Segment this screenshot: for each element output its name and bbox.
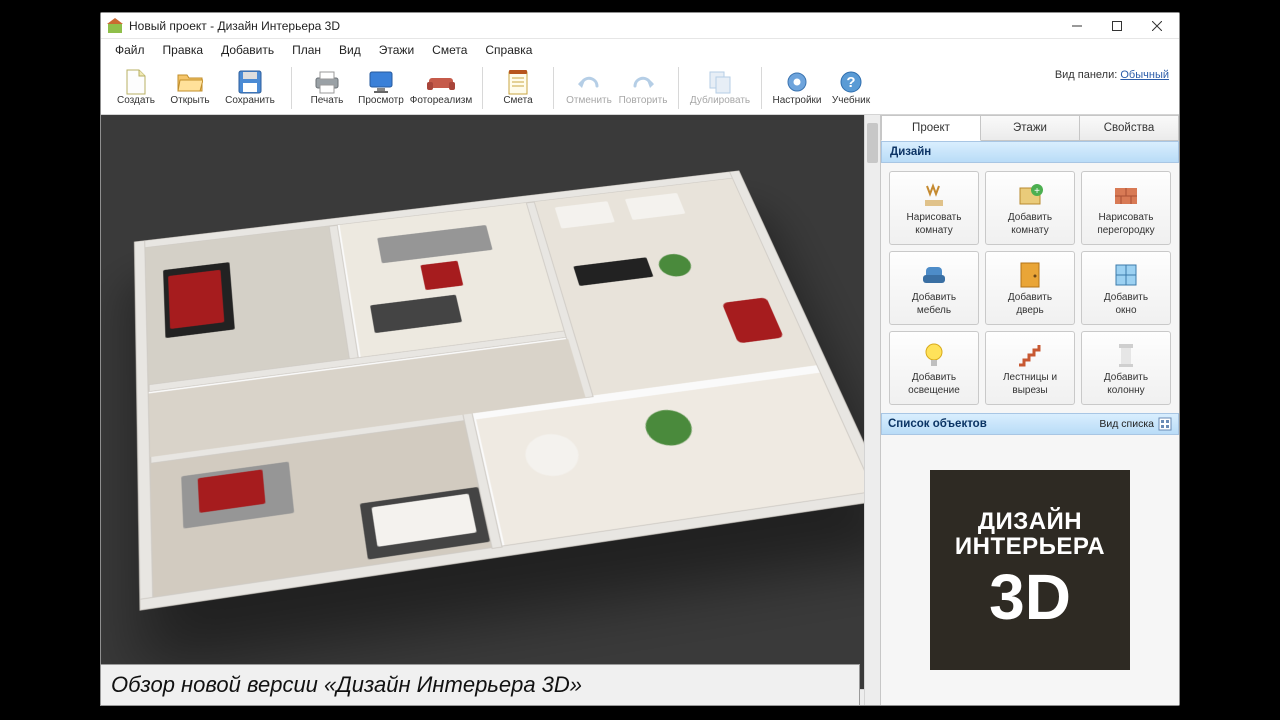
video-caption: Обзор новой версии «Дизайн Интерьера 3D» <box>100 664 860 706</box>
bulb-icon <box>924 340 944 370</box>
photorealism-button[interactable]: Фотореализм <box>408 65 474 111</box>
menu-add[interactable]: Добавить <box>213 41 282 59</box>
brick-icon <box>1113 180 1139 210</box>
menu-edit[interactable]: Правка <box>155 41 212 59</box>
toolbar: Создать Открыть Сохранить Печать Просмот… <box>101 61 1179 115</box>
tile-add-window[interactable]: Добавитьокно <box>1081 251 1171 325</box>
panel-type-link[interactable]: Обычный <box>1120 69 1169 81</box>
object-list-header: Список объектов Вид списка <box>881 413 1179 435</box>
3d-canvas[interactable] <box>101 115 881 705</box>
panel-tabs: Проект Этажи Свойства <box>881 115 1179 141</box>
estimate-button[interactable]: Смета <box>491 65 545 111</box>
tab-floors[interactable]: Этажи <box>981 115 1080 141</box>
tile-stairs[interactable]: Лестницы ивырезы <box>985 331 1075 405</box>
folder-open-icon <box>177 69 203 95</box>
redo-button[interactable]: Повторить <box>616 65 670 111</box>
menu-file[interactable]: Файл <box>107 41 153 59</box>
settings-button[interactable]: Настройки <box>770 65 824 111</box>
printer-icon <box>314 69 340 95</box>
stairs-icon <box>1017 340 1043 370</box>
minimize-button[interactable] <box>1057 13 1097 39</box>
tile-add-light[interactable]: Добавитьосвещение <box>889 331 979 405</box>
print-button[interactable]: Печать <box>300 65 354 111</box>
tile-add-furniture[interactable]: Добавитьмебель <box>889 251 979 325</box>
app-icon <box>107 18 123 34</box>
svg-text:+: + <box>1034 186 1040 197</box>
door-icon <box>1020 260 1040 290</box>
menu-view[interactable]: Вид <box>331 41 369 59</box>
copy-icon <box>708 69 732 95</box>
design-tile-grid: Нарисоватькомнату +Добавитькомнату Нарис… <box>881 163 1179 413</box>
object-list-body: ДИЗАЙН ИНТЕРЬЕРА 3D <box>881 435 1179 705</box>
sofa-icon <box>427 69 455 95</box>
help-button[interactable]: ? Учебник <box>824 65 878 111</box>
undo-button[interactable]: Отменить <box>562 65 616 111</box>
preview-button[interactable]: Просмотр <box>354 65 408 111</box>
monitor-icon <box>368 69 394 95</box>
promo-logo: ДИЗАЙН ИНТЕРЬЕРА 3D <box>930 470 1130 670</box>
menu-help[interactable]: Справка <box>477 41 540 59</box>
menubar: Файл Правка Добавить План Вид Этажи Смет… <box>101 39 1179 61</box>
svg-text:?: ? <box>846 74 855 91</box>
tile-add-room[interactable]: +Добавитькомнату <box>985 171 1075 245</box>
tab-properties[interactable]: Свойства <box>1080 115 1179 141</box>
floppy-icon <box>238 69 262 95</box>
pencil-icon <box>921 180 947 210</box>
design-section-title: Дизайн <box>881 141 1179 163</box>
notepad-icon <box>507 69 529 95</box>
tile-draw-room[interactable]: Нарисоватькомнату <box>889 171 979 245</box>
help-icon: ? <box>839 69 863 95</box>
gear-icon <box>785 69 809 95</box>
list-view-toggle[interactable] <box>1158 417 1172 431</box>
right-panel: Проект Этажи Свойства Дизайн Нарисоватьк… <box>881 115 1179 705</box>
tab-project[interactable]: Проект <box>881 115 981 141</box>
content-area: Проект Этажи Свойства Дизайн Нарисоватьк… <box>101 115 1179 705</box>
window-icon <box>1114 260 1138 290</box>
open-button[interactable]: Открыть <box>163 65 217 111</box>
tile-draw-wall[interactable]: Нарисоватьперегородку <box>1081 171 1171 245</box>
create-button[interactable]: Создать <box>109 65 163 111</box>
tile-add-column[interactable]: Добавитьколонну <box>1081 331 1171 405</box>
redo-icon <box>631 69 655 95</box>
menu-floors[interactable]: Этажи <box>371 41 422 59</box>
vertical-scrollbar[interactable] <box>864 115 880 705</box>
window-title: Новый проект - Дизайн Интерьера 3D <box>129 19 1057 33</box>
undo-icon <box>577 69 601 95</box>
close-button[interactable] <box>1137 13 1177 39</box>
maximize-button[interactable] <box>1097 13 1137 39</box>
file-new-icon <box>125 69 147 95</box>
titlebar: Новый проект - Дизайн Интерьера 3D <box>101 13 1179 39</box>
app-window: Новый проект - Дизайн Интерьера 3D Файл … <box>100 12 1180 706</box>
armchair-icon <box>921 260 947 290</box>
room-add-icon: + <box>1017 180 1043 210</box>
tile-add-door[interactable]: Добавитьдверь <box>985 251 1075 325</box>
save-button[interactable]: Сохранить <box>217 65 283 111</box>
menu-estimate[interactable]: Смета <box>424 41 475 59</box>
panel-type-selector: Вид панели: Обычный <box>1055 69 1169 81</box>
column-icon <box>1117 340 1135 370</box>
list-view-label: Вид списка <box>1099 418 1154 430</box>
floorplan-render <box>134 170 881 610</box>
menu-plan[interactable]: План <box>284 41 329 59</box>
duplicate-button[interactable]: Дублировать <box>687 65 753 111</box>
